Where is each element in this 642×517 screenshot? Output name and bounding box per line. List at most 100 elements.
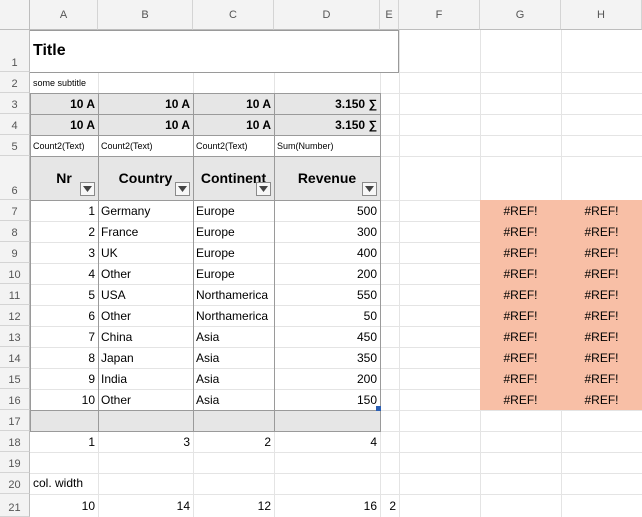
table-cell-continent[interactable]: Europe: [193, 221, 274, 242]
row-18-cell[interactable]: 1: [30, 431, 98, 452]
col-width-cell[interactable]: 10: [30, 494, 98, 517]
ref-error-cell[interactable]: #REF!: [561, 200, 642, 221]
table-cell-continent[interactable]: Europe: [193, 242, 274, 263]
row-header-15[interactable]: 15: [0, 368, 30, 389]
row-header-12[interactable]: 12: [0, 305, 30, 326]
ref-error-cell[interactable]: #REF!: [480, 242, 561, 263]
row-header-17[interactable]: 17: [0, 410, 30, 431]
row-header-14[interactable]: 14: [0, 347, 30, 368]
ref-error-cell[interactable]: #REF!: [480, 347, 561, 368]
column-header-e[interactable]: E: [380, 0, 399, 30]
table-cell-nr[interactable]: 9: [30, 368, 98, 389]
select-all-corner[interactable]: [0, 0, 30, 30]
col-width-label[interactable]: col. width: [30, 472, 180, 493]
table-cell-country[interactable]: France: [98, 221, 193, 242]
summary-cell[interactable]: 10 A: [30, 114, 98, 135]
sheet-title[interactable]: Title: [30, 30, 399, 72]
row-header-5[interactable]: 5: [0, 135, 30, 156]
column-header-b[interactable]: B: [98, 0, 193, 30]
table-cell-nr[interactable]: 3: [30, 242, 98, 263]
row-header-4[interactable]: 4: [0, 114, 30, 135]
table-cell-country[interactable]: Japan: [98, 347, 193, 368]
table-cell-nr[interactable]: 10: [30, 389, 98, 410]
table-cell-nr[interactable]: 4: [30, 263, 98, 284]
column-header-f[interactable]: F: [399, 0, 480, 30]
col-width-cell[interactable]: 16: [274, 494, 380, 517]
table-cell-country[interactable]: Other: [98, 305, 193, 326]
table-cell-country[interactable]: China: [98, 326, 193, 347]
spreadsheet[interactable]: ABCDEFGH 1 2 3 4 5 6 7 8 9 10 11 12 13 14 15 16 17 18 19 20…: [0, 0, 642, 517]
row-18-cell[interactable]: 4: [274, 431, 380, 452]
row-header-6[interactable]: 6: [0, 156, 30, 200]
aggregate-label[interactable]: Sum(Number): [274, 135, 400, 156]
table-cell-nr[interactable]: 1: [30, 200, 98, 221]
table-cell-continent[interactable]: Asia: [193, 389, 274, 410]
ref-error-cell[interactable]: #REF!: [561, 263, 642, 284]
ref-error-cell[interactable]: #REF!: [480, 389, 561, 410]
summary-cell[interactable]: 10 A: [193, 114, 274, 135]
resize-handle[interactable]: [376, 406, 381, 411]
total-row-cell[interactable]: [274, 410, 380, 431]
column-header-a[interactable]: A: [30, 0, 98, 30]
summary-cell[interactable]: 3.150 ∑: [274, 114, 380, 135]
table-cell-nr[interactable]: 2: [30, 221, 98, 242]
table-cell-revenue[interactable]: 400: [274, 242, 380, 263]
table-cell-nr[interactable]: 6: [30, 305, 98, 326]
table-cell-continent[interactable]: Europe: [193, 200, 274, 221]
col-width-cell[interactable]: 12: [193, 494, 274, 517]
table-cell-country[interactable]: India: [98, 368, 193, 389]
col-width-cell[interactable]: 14: [98, 494, 193, 517]
table-cell-revenue[interactable]: 550: [274, 284, 380, 305]
total-row-cell[interactable]: [98, 410, 193, 431]
table-cell-nr[interactable]: 7: [30, 326, 98, 347]
ref-error-cell[interactable]: #REF!: [480, 326, 561, 347]
ref-error-cell[interactable]: #REF!: [561, 347, 642, 368]
filter-dropdown-button[interactable]: [256, 182, 271, 196]
table-cell-revenue[interactable]: 500: [274, 200, 380, 221]
ref-error-cell[interactable]: #REF!: [561, 326, 642, 347]
ref-error-cell[interactable]: #REF!: [480, 368, 561, 389]
row-header-20[interactable]: 20: [0, 473, 30, 494]
summary-cell[interactable]: 10 A: [98, 93, 193, 114]
total-row-cell[interactable]: [193, 410, 274, 431]
ref-error-cell[interactable]: #REF!: [561, 221, 642, 242]
table-cell-continent[interactable]: Asia: [193, 347, 274, 368]
table-cell-continent[interactable]: Northamerica: [193, 305, 274, 326]
table-cell-revenue[interactable]: 350: [274, 347, 380, 368]
table-cell-continent[interactable]: Europe: [193, 263, 274, 284]
column-header-d[interactable]: D: [274, 0, 380, 30]
table-cell-country[interactable]: Other: [98, 263, 193, 284]
row-header-19[interactable]: 19: [0, 452, 30, 473]
table-cell-continent[interactable]: Asia: [193, 368, 274, 389]
sheet-subtitle[interactable]: some subtitle: [30, 73, 230, 93]
summary-cell[interactable]: 3.150 ∑: [274, 93, 380, 114]
row-header-9[interactable]: 9: [0, 242, 30, 263]
table-cell-country[interactable]: Germany: [98, 200, 193, 221]
ref-error-cell[interactable]: #REF!: [561, 389, 642, 410]
row-header-16[interactable]: 16: [0, 389, 30, 410]
ref-error-cell[interactable]: #REF!: [480, 221, 561, 242]
ref-error-cell[interactable]: #REF!: [480, 200, 561, 221]
row-header-1[interactable]: 1: [0, 30, 30, 72]
row-header-11[interactable]: 11: [0, 284, 30, 305]
column-header-c[interactable]: C: [193, 0, 274, 30]
row-header-2[interactable]: 2: [0, 72, 30, 93]
ref-error-cell[interactable]: #REF!: [480, 263, 561, 284]
row-header-10[interactable]: 10: [0, 263, 30, 284]
table-cell-continent[interactable]: Northamerica: [193, 284, 274, 305]
row-header-18[interactable]: 18: [0, 431, 30, 452]
row-18-cell[interactable]: 2: [193, 431, 274, 452]
row-header-3[interactable]: 3: [0, 93, 30, 114]
row-header-7[interactable]: 7: [0, 200, 30, 221]
table-cell-revenue[interactable]: 200: [274, 263, 380, 284]
row-header-21[interactable]: 21: [0, 494, 30, 517]
row-header-8[interactable]: 8: [0, 221, 30, 242]
ref-error-cell[interactable]: #REF!: [561, 305, 642, 326]
ref-error-cell[interactable]: #REF!: [561, 284, 642, 305]
ref-error-cell[interactable]: #REF!: [480, 284, 561, 305]
table-cell-nr[interactable]: 8: [30, 347, 98, 368]
column-header-h[interactable]: H: [561, 0, 642, 30]
row-18-cell[interactable]: 3: [98, 431, 193, 452]
summary-cell[interactable]: 10 A: [98, 114, 193, 135]
ref-error-cell[interactable]: #REF!: [561, 368, 642, 389]
